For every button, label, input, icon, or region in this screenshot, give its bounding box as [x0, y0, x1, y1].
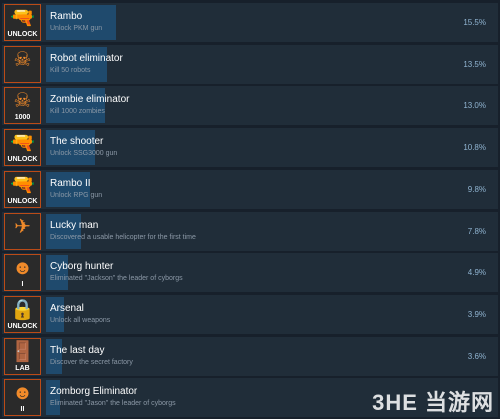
- icon-caption: UNLOCK: [7, 198, 38, 205]
- achievement-row[interactable]: ☠ Robot eliminator Kill 50 robots 13.5%: [2, 45, 498, 84]
- achievement-title: Robot eliminator: [50, 53, 123, 64]
- achievement-description: Discover the secret factory: [50, 359, 133, 366]
- achievement-description: Kill 1000 zombies: [50, 108, 105, 115]
- achievement-row[interactable]: ✈ Lucky man Discovered a usable helicopter…: [2, 212, 498, 251]
- unlock-percentage: 15.5%: [463, 18, 486, 27]
- unlock-percentage: 4.9%: [467, 268, 486, 277]
- icon-caption: UNLOCK: [7, 156, 38, 163]
- unlock-percentage: 13.5%: [463, 60, 486, 69]
- achievement-description: Unlock RPG gun: [50, 192, 103, 199]
- achievement-title: The shooter: [50, 136, 104, 147]
- achievement-description: Unlock all weapons: [50, 317, 111, 324]
- achievement-row[interactable]: 🔫 UNLOCK The shooter Unlock SSG3000 gun 10.8…: [2, 128, 498, 167]
- achievement-list: 🔫 UNLOCK Rambo Unlock PKM gun 15.5% ☠ Robot el…: [0, 0, 500, 419]
- achievement-title: Rambo II: [50, 178, 91, 189]
- cyborg-icon: ☻ II: [4, 379, 41, 416]
- achievement-title: Rambo: [50, 11, 83, 22]
- icon-caption: 1000: [14, 114, 31, 121]
- achievement-title: Zombie eliminator: [50, 94, 130, 105]
- unlock-percentage: 3.9%: [467, 310, 486, 319]
- achievement-description: Kill 50 robots: [50, 67, 91, 74]
- robot-skull-icon: ☠: [4, 46, 41, 83]
- unlock-percentage: 13.0%: [463, 101, 486, 110]
- icon-caption: II: [20, 406, 25, 413]
- unlock-percentage: 7.8%: [467, 227, 486, 236]
- achievement-description: Discovered a usable helicopter for the f…: [50, 234, 196, 241]
- icon-caption: UNLOCK: [7, 323, 38, 330]
- achievement-row[interactable]: 🔫 UNLOCK Rambo Unlock PKM gun 15.5%: [2, 3, 498, 42]
- achievement-title: Lucky man: [50, 220, 99, 231]
- zombie-skull-icon: ☠ 1000: [4, 87, 41, 124]
- achievement-title: The last day: [50, 345, 105, 356]
- achievement-row[interactable]: ☻ I Cyborg hunter Eliminated "Jackson" the …: [2, 253, 498, 292]
- unlock-percentage: 3.6%: [467, 352, 486, 361]
- unlock-percentage: 9.8%: [467, 185, 486, 194]
- achievement-description: Unlock PKM gun: [50, 25, 103, 32]
- achievement-description: Eliminated "Jason" the leader of cyborgs: [50, 400, 176, 407]
- achievement-title: Arsenal: [50, 303, 84, 314]
- lab-door-icon: 🚪 LAB: [4, 338, 41, 375]
- achievement-row[interactable]: 🚪 LAB The last day Discover the secret fact…: [2, 337, 498, 376]
- achievement-title: Cyborg hunter: [50, 261, 114, 272]
- achievement-row[interactable]: ☠ 1000 Zombie eliminator Kill 1000 zombies 1…: [2, 86, 498, 125]
- achievement-title: Zomborg Eliminator: [50, 386, 138, 397]
- arsenal-icon: 🔒 UNLOCK: [4, 296, 41, 333]
- icon-caption: LAB: [15, 365, 30, 372]
- unlock-percentage: 10.8%: [463, 143, 486, 152]
- icon-caption: UNLOCK: [7, 31, 38, 38]
- achievement-row[interactable]: 🔒 UNLOCK Arsenal Unlock all weapons 3.9%: [2, 295, 498, 334]
- achievement-description: Eliminated "Jackson" the leader of cybor…: [50, 275, 183, 282]
- achievement-description: Unlock SSG3000 gun: [50, 150, 118, 157]
- watermark: 3HE 当游网: [372, 390, 494, 415]
- gun-icon: 🔫 UNLOCK: [4, 171, 41, 208]
- gun-icon: 🔫 UNLOCK: [4, 129, 41, 166]
- helicopter-icon: ✈: [4, 213, 41, 250]
- gun-icon: 🔫 UNLOCK: [4, 4, 41, 41]
- cyborg-icon: ☻ I: [4, 254, 41, 291]
- icon-caption: I: [21, 281, 24, 288]
- achievement-row[interactable]: 🔫 UNLOCK Rambo II Unlock RPG gun 9.8%: [2, 170, 498, 209]
